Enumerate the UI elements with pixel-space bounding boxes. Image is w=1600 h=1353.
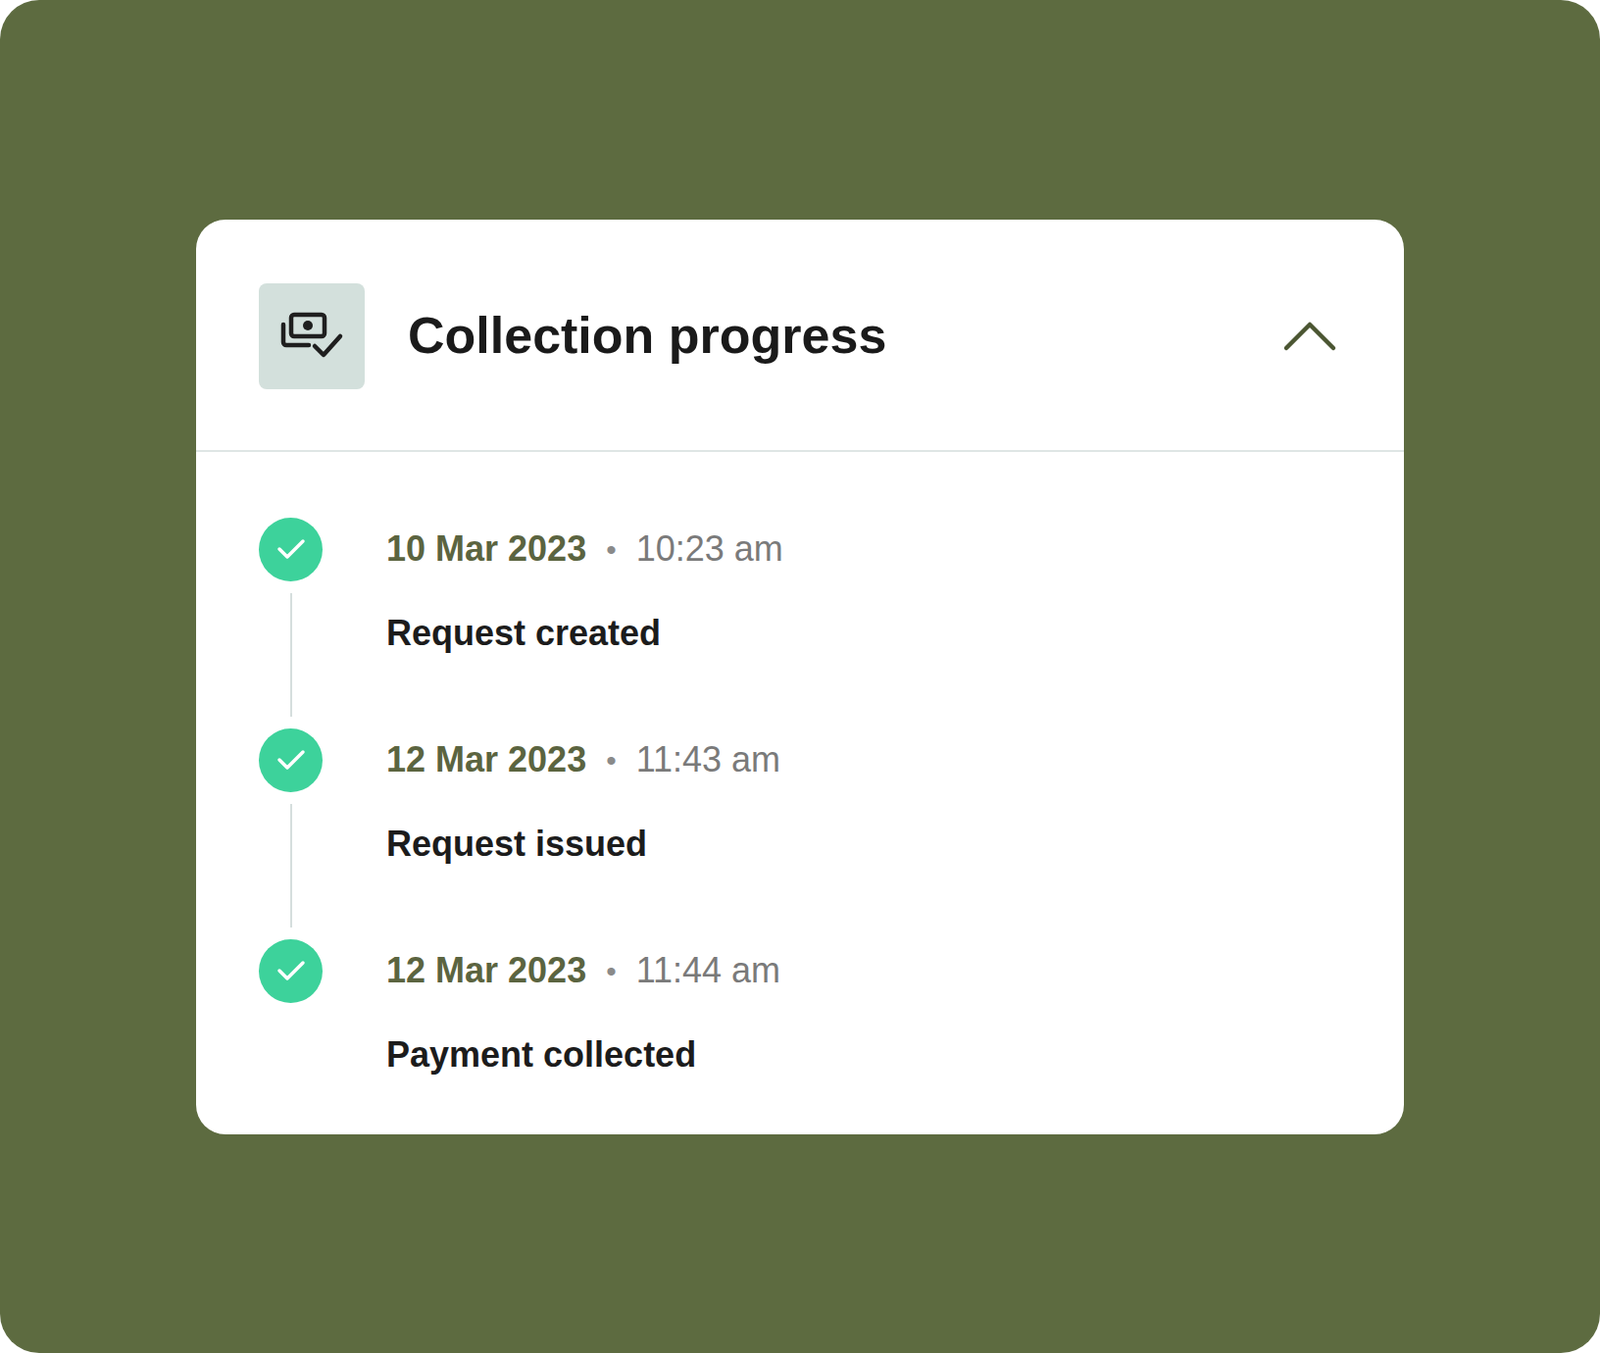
event-time: 11:43 am	[636, 733, 781, 787]
timeline-item: 10 Mar 2023 • 10:23 am Request created	[258, 517, 1342, 729]
collection-progress-card: Collection progress 10 Mar 2023 • 10:23 am R…	[196, 219, 1404, 1135]
separator-dot: •	[605, 738, 617, 783]
separator-dot: •	[605, 527, 617, 572]
event-label: Request issued	[386, 817, 781, 871]
check-icon	[276, 538, 306, 560]
background-photo: Collection progress 10 Mar 2023 • 10:23 am R…	[0, 0, 1600, 1353]
event-timestamp: 12 Mar 2023 • 11:44 am	[386, 939, 781, 1003]
timeline-connector	[290, 593, 293, 717]
timeline-marker	[258, 939, 323, 1082]
event-label: Request created	[386, 606, 784, 660]
event-date: 12 Mar 2023	[386, 733, 587, 787]
event-date: 12 Mar 2023	[386, 944, 587, 998]
timeline-marker	[258, 517, 323, 729]
timeline-connector	[290, 803, 293, 928]
event-label: Payment collected	[386, 1028, 781, 1082]
event-timestamp: 12 Mar 2023 • 11:43 am	[386, 728, 781, 793]
timeline-marker	[258, 728, 323, 940]
chevron-up-icon[interactable]	[1282, 320, 1338, 352]
status-circle	[258, 728, 323, 793]
timeline-content: 12 Mar 2023 • 11:43 am Request issued	[386, 728, 781, 940]
status-circle	[258, 517, 323, 582]
page: Collection progress 10 Mar 2023 • 10:23 am R…	[0, 0, 1600, 1353]
collapse-button[interactable]	[1278, 304, 1342, 368]
card-title: Collection progress	[407, 303, 1279, 368]
event-date: 10 Mar 2023	[386, 522, 587, 576]
event-time: 10:23 am	[636, 522, 784, 576]
check-icon	[276, 959, 306, 982]
separator-dot: •	[605, 949, 617, 994]
icon-box	[258, 283, 365, 390]
money-check-icon	[279, 310, 345, 362]
event-timestamp: 10 Mar 2023 • 10:23 am	[386, 517, 784, 582]
status-circle	[258, 939, 323, 1003]
timeline: 10 Mar 2023 • 10:23 am Request created 12 Ma…	[196, 451, 1404, 1135]
timeline-content: 10 Mar 2023 • 10:23 am Request created	[386, 517, 784, 729]
timeline-item: 12 Mar 2023 • 11:44 am Payment collected	[258, 939, 1342, 1082]
timeline-item: 12 Mar 2023 • 11:43 am Request issued	[258, 728, 1342, 940]
card-header[interactable]: Collection progress	[196, 219, 1404, 452]
check-icon	[276, 749, 306, 771]
event-time: 11:44 am	[636, 944, 781, 998]
timeline-content: 12 Mar 2023 • 11:44 am Payment collected	[386, 939, 781, 1082]
